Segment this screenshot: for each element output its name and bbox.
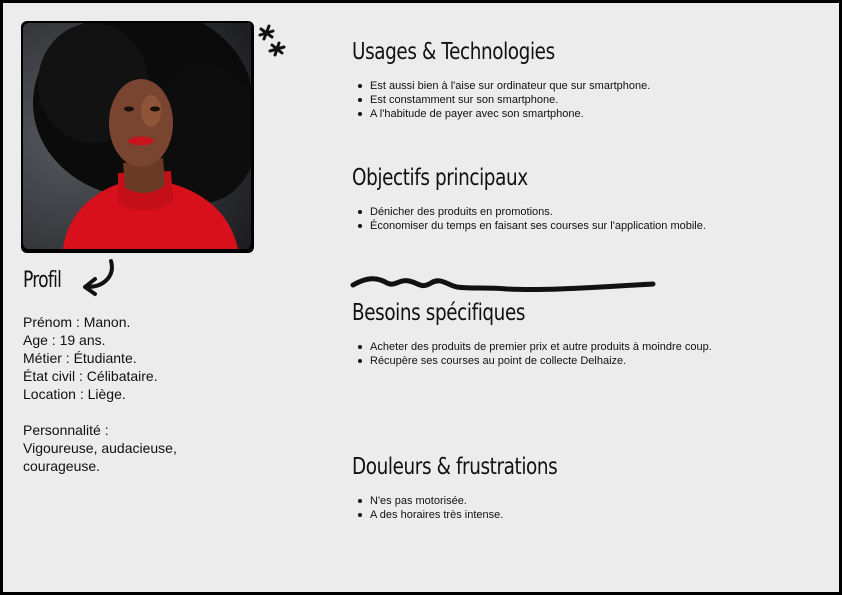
section-list: Dénicher des produits en promotions. Éco…	[352, 205, 706, 233]
profile-line: Prénom : Manon.	[23, 314, 131, 330]
profile-details: Prénom : Manon. Age : 19 ans. Métier : É…	[23, 313, 177, 475]
list-item: Est constamment sur son smartphone.	[352, 93, 650, 107]
profile-line: Location : Liège.	[23, 386, 126, 402]
list-item: Économiser du temps en faisant ses cours…	[352, 219, 706, 233]
section-title: Usages & Technologies	[352, 39, 555, 65]
section-list: N'es pas motorisée. A des horaires très …	[352, 494, 609, 522]
profile-title: Profil	[23, 268, 62, 293]
section-douleurs: Douleurs & frustrations N'es pas motoris…	[352, 454, 609, 522]
section-title: Objectifs principaux	[352, 165, 528, 191]
sparkle-icon	[258, 24, 286, 57]
profile-line: Métier : Étudiante.	[23, 350, 137, 366]
section-title: Besoins spécifiques	[352, 300, 526, 326]
scribble-divider	[350, 276, 656, 293]
personality-line: Vigoureuse, audacieuse,	[23, 440, 177, 456]
section-list: Est aussi bien à l'aise sur ordinateur q…	[352, 79, 650, 121]
list-item: A des horaires très intense.	[352, 508, 609, 522]
list-item: N'es pas motorisée.	[352, 494, 609, 508]
list-item: A l'habitude de payer avec son smartphon…	[352, 107, 650, 121]
list-item: Récupère ses courses au point de collect…	[352, 354, 712, 368]
personality-label: Personnalité :	[23, 422, 109, 438]
section-title: Douleurs & frustrations	[352, 454, 558, 480]
profile-line: État civil : Célibataire.	[23, 368, 158, 384]
list-item: Dénicher des produits en promotions.	[352, 205, 706, 219]
persona-card: Profil Prénom : Manon. Age : 19 ans. Mét…	[0, 0, 842, 595]
list-item: Acheter des produits de premier prix et …	[352, 340, 712, 354]
curved-arrow-icon	[83, 259, 114, 296]
section-usages: Usages & Technologies Est aussi bien à l…	[352, 39, 650, 121]
section-besoins: Besoins spécifiques Acheter des produits…	[352, 300, 712, 368]
list-item: Est aussi bien à l'aise sur ordinateur q…	[352, 79, 650, 93]
personality-line: courageuse.	[23, 458, 101, 474]
section-objectifs: Objectifs principaux Dénicher des produi…	[352, 165, 706, 233]
profile-line: Age : 19 ans.	[23, 332, 106, 348]
section-list: Acheter des produits de premier prix et …	[352, 340, 712, 368]
profile-photo	[23, 23, 251, 249]
